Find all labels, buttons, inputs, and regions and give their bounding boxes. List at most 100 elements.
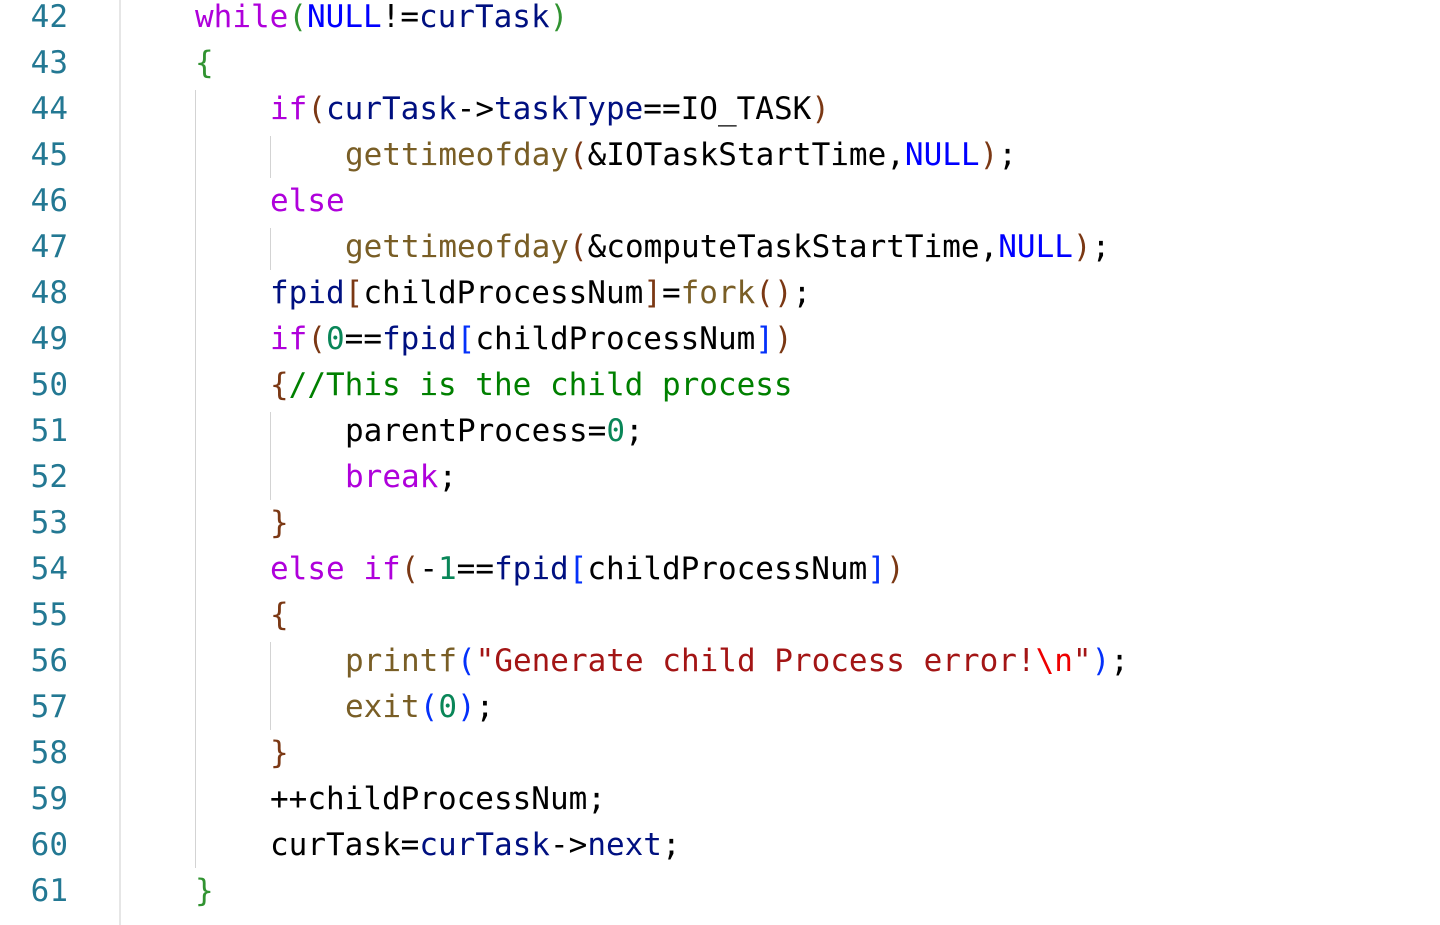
code-token: ; bbox=[475, 689, 495, 725]
code-token: ) bbox=[1072, 229, 1092, 265]
code-token: ) bbox=[979, 137, 999, 173]
code-token: { bbox=[270, 597, 289, 633]
code-token: fpid bbox=[494, 551, 569, 587]
code-token: fork bbox=[680, 275, 756, 311]
code-token: ++childProcessNum; bbox=[270, 781, 606, 817]
code-token: ] bbox=[643, 275, 662, 311]
code-line[interactable]: while(NULL!=curTask) bbox=[195, 0, 568, 40]
code-line[interactable]: } bbox=[195, 868, 214, 914]
indent-guide bbox=[270, 412, 271, 500]
line-number: 52 bbox=[30, 459, 68, 495]
code-line[interactable]: printf("Generate child Process error!\n"… bbox=[345, 638, 1129, 684]
code-token: ( bbox=[568, 137, 588, 173]
code-token: 0 bbox=[606, 413, 625, 449]
line-number: 46 bbox=[30, 183, 68, 219]
code-token: curTask bbox=[326, 91, 457, 127]
code-token: NULL bbox=[307, 0, 382, 35]
code-token: ; bbox=[1091, 229, 1111, 265]
code-token: ( bbox=[568, 229, 588, 265]
code-token: "Generate child Process error! bbox=[475, 643, 1036, 679]
code-token: = bbox=[661, 275, 681, 311]
line-number: 53 bbox=[30, 505, 68, 541]
code-token: &IOTaskStartTime, bbox=[587, 137, 905, 173]
line-number: 50 bbox=[30, 367, 68, 403]
line-number: 54 bbox=[30, 551, 68, 587]
indent-guide bbox=[195, 90, 196, 868]
code-token: ( bbox=[307, 91, 326, 127]
code-line[interactable]: } bbox=[270, 730, 289, 776]
line-number: 60 bbox=[30, 827, 68, 863]
code-line[interactable]: gettimeofday(&computeTaskStartTime,NULL)… bbox=[345, 224, 1110, 270]
code-line[interactable]: {//This is the child process bbox=[270, 362, 793, 408]
code-token: &computeTaskStartTime, bbox=[587, 229, 999, 265]
code-token: gettimeofday bbox=[345, 137, 569, 173]
code-editor[interactable]: 42 43 44 45 46 47 48 49 50 51 52 53 54 55 56 57 58 59 60 61… bbox=[0, 0, 1440, 925]
code-line[interactable]: } bbox=[270, 500, 289, 546]
code-token: else bbox=[270, 183, 345, 219]
code-token: 0 bbox=[438, 689, 457, 725]
code-line[interactable]: exit(0); bbox=[345, 684, 494, 730]
line-number: 48 bbox=[30, 275, 68, 311]
code-token: - bbox=[419, 551, 438, 587]
line-number: 43 bbox=[30, 45, 68, 81]
code-line[interactable]: ++childProcessNum; bbox=[270, 776, 606, 822]
code-line[interactable]: else if(-1==fpid[childProcessNum]) bbox=[270, 546, 905, 592]
code-token: -> bbox=[456, 91, 494, 127]
code-line[interactable]: gettimeofday(&IOTaskStartTime,NULL); bbox=[345, 132, 1017, 178]
code-token: taskType bbox=[493, 91, 644, 127]
code-token: == bbox=[643, 91, 681, 127]
code-token: gettimeofday bbox=[345, 229, 569, 265]
code-token: curTask bbox=[270, 827, 401, 863]
code-token: ) bbox=[885, 551, 905, 587]
code-token: if bbox=[270, 321, 308, 357]
code-line[interactable]: else bbox=[270, 178, 345, 224]
code-token: == bbox=[456, 551, 494, 587]
code-token: ; bbox=[624, 413, 644, 449]
line-number: 61 bbox=[30, 873, 68, 909]
code-line[interactable]: { bbox=[270, 592, 289, 638]
code-line[interactable]: break; bbox=[345, 454, 457, 500]
code-token: while bbox=[195, 0, 289, 35]
code-token: ) bbox=[549, 0, 569, 35]
code-token: { bbox=[195, 45, 214, 81]
code-token: childProcessNum bbox=[587, 551, 868, 587]
line-number: 47 bbox=[30, 229, 68, 265]
line-number: 57 bbox=[30, 689, 68, 725]
line-number: 59 bbox=[30, 781, 68, 817]
code-token: -> bbox=[549, 827, 588, 863]
code-token: ( bbox=[288, 0, 307, 35]
code-token: NULL bbox=[998, 229, 1073, 265]
code-token: 1 bbox=[438, 551, 457, 587]
line-number: 44 bbox=[30, 91, 68, 127]
code-line[interactable]: fpid[childProcessNum]=fork(); bbox=[270, 270, 811, 316]
code-token: { bbox=[270, 367, 289, 403]
code-token: [ bbox=[344, 275, 364, 311]
code-line[interactable]: parentProcess=0; bbox=[345, 408, 644, 454]
line-number: 55 bbox=[30, 597, 68, 633]
code-token: ; bbox=[792, 275, 812, 311]
code-token: else bbox=[270, 551, 345, 587]
code-token: ; bbox=[998, 137, 1017, 173]
code-token: ) bbox=[1091, 643, 1111, 679]
code-token: ] bbox=[755, 321, 774, 357]
code-token: exit bbox=[345, 689, 420, 725]
code-token: curTask bbox=[418, 0, 550, 35]
code-token: == bbox=[344, 321, 382, 357]
code-line[interactable]: if(curTask->taskType==IO_TASK) bbox=[270, 86, 830, 132]
line-number: 58 bbox=[30, 735, 68, 771]
code-line[interactable]: if(0==fpid[childProcessNum]) bbox=[270, 316, 793, 362]
code-line[interactable]: curTask=curTask->next; bbox=[270, 822, 681, 868]
code-token: ) bbox=[457, 689, 476, 725]
code-token: = bbox=[400, 827, 420, 863]
code-token: if bbox=[270, 91, 308, 127]
code-token: if bbox=[363, 551, 401, 587]
code-token: != bbox=[381, 0, 419, 35]
code-token: NULL bbox=[904, 137, 980, 173]
code-token: ( bbox=[456, 643, 476, 679]
line-number: 51 bbox=[30, 413, 68, 449]
code-token: curTask bbox=[419, 827, 550, 863]
code-token: = bbox=[587, 413, 607, 449]
code-line[interactable]: { bbox=[195, 40, 214, 86]
code-token: 0 bbox=[326, 321, 345, 357]
